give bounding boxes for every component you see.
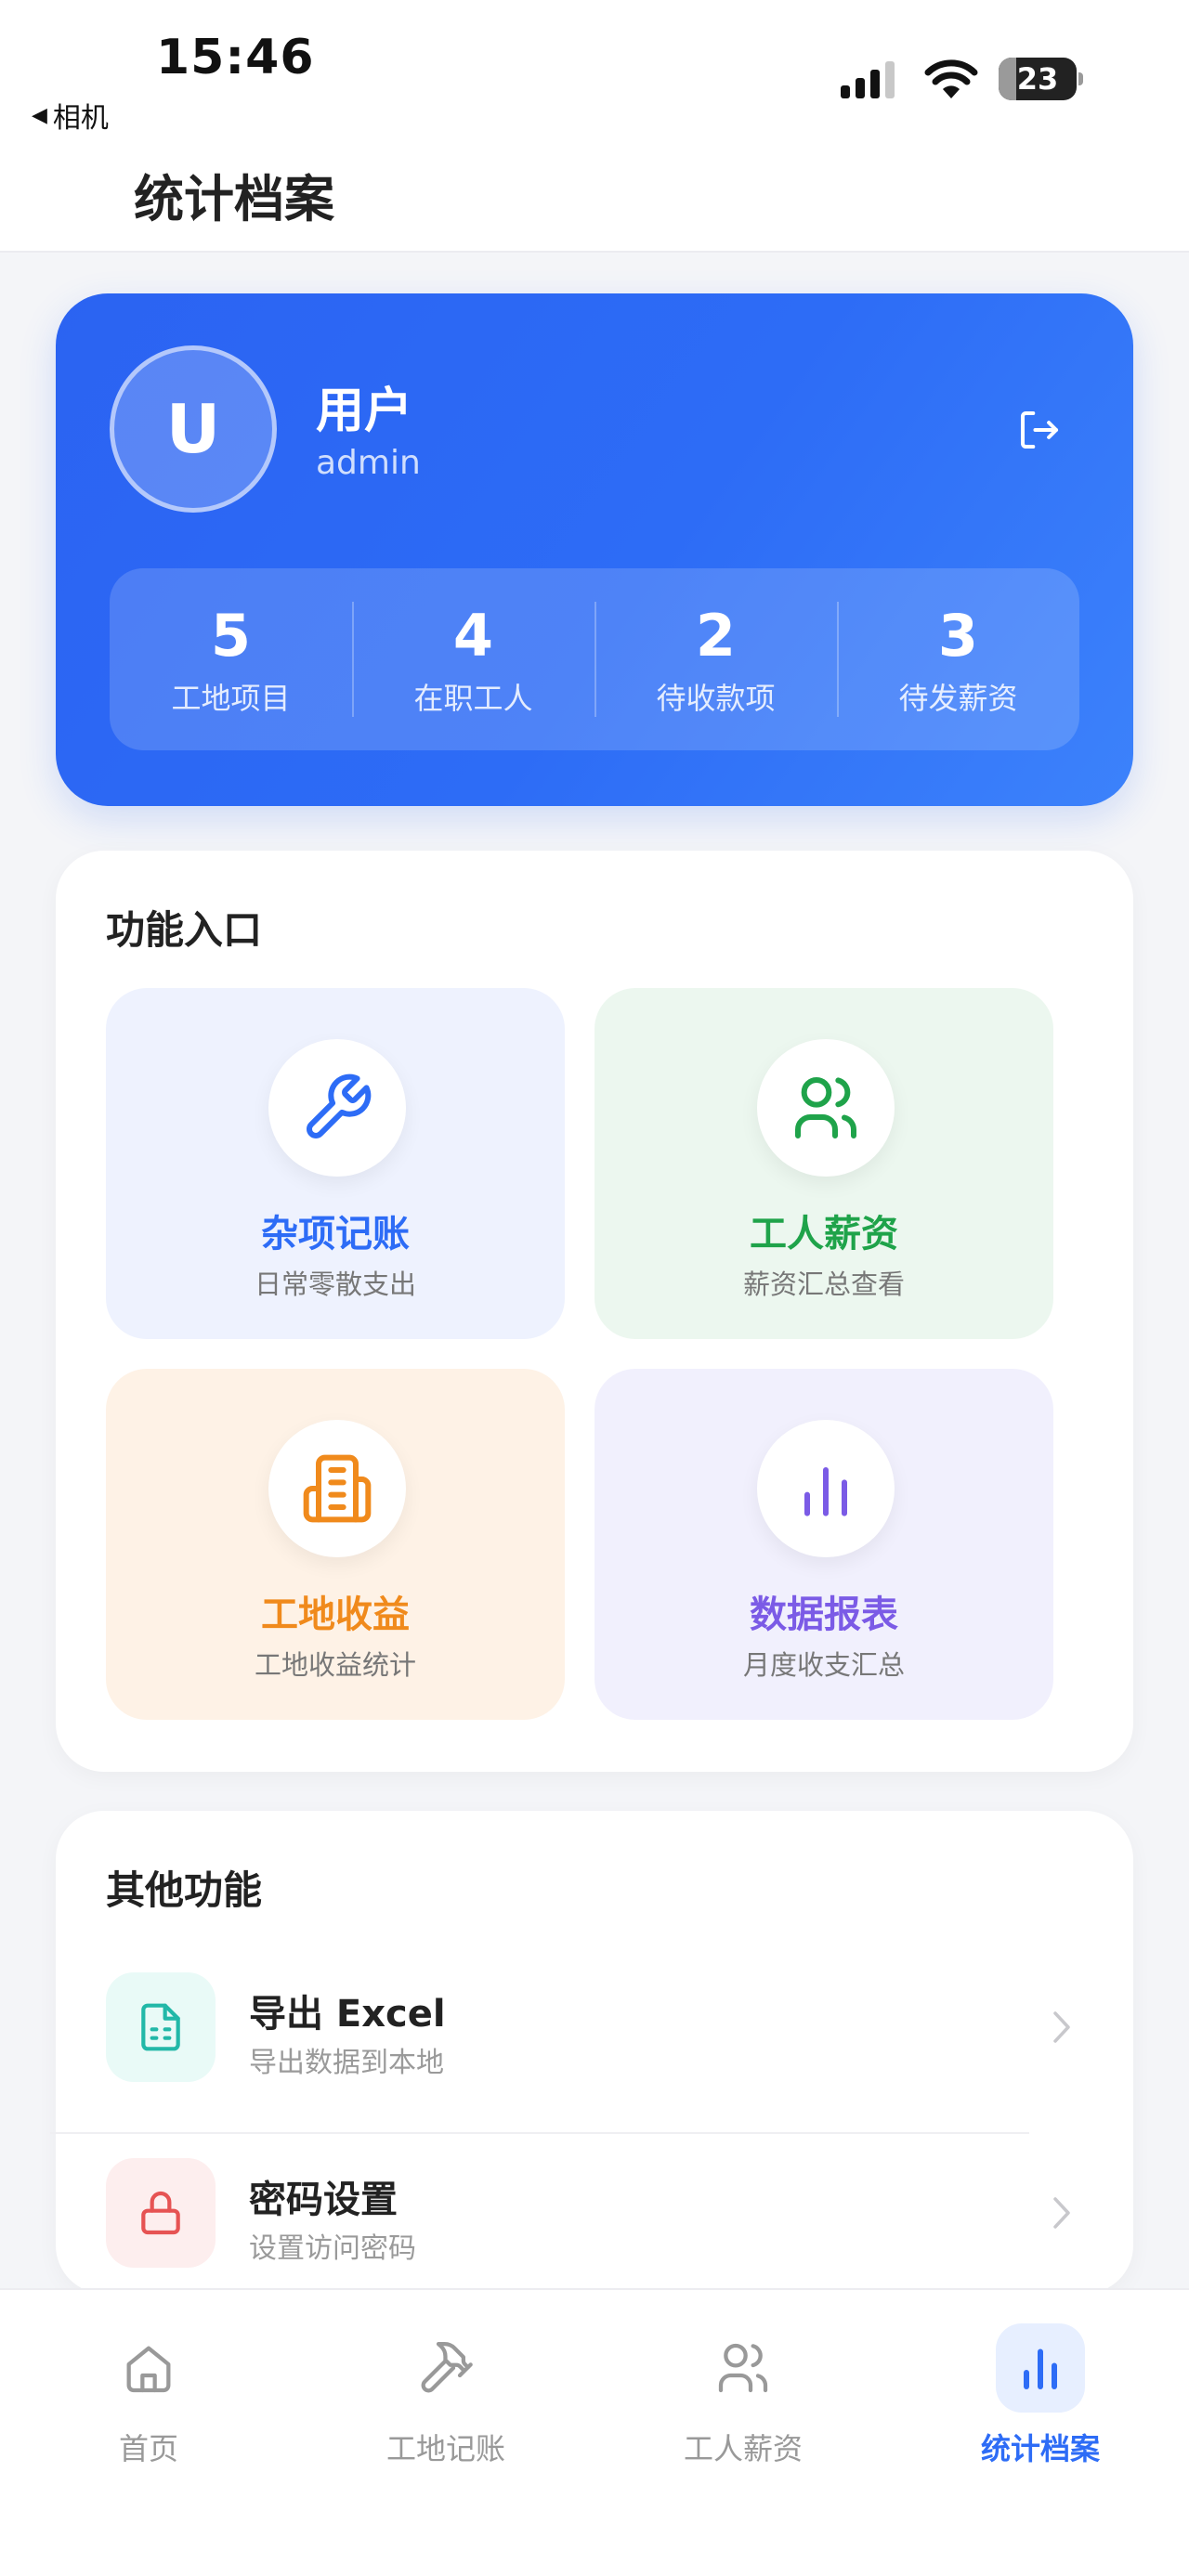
tab-icon-box [401, 2323, 490, 2413]
wrench-icon [307, 1073, 372, 1138]
tile-misc-bookkeeping[interactable]: 杂项记账 日常零散支出 [106, 988, 565, 1339]
list-icon-box [106, 1972, 216, 2082]
tile-icon-circle [757, 1039, 895, 1177]
tile-title: 工地收益 [261, 1594, 410, 1636]
cellular-signal-icon [841, 61, 895, 98]
status-time: 15:46 [156, 30, 315, 85]
status-bar: 15:46 ◀ 相机 23 [0, 0, 1189, 149]
tab-home[interactable]: 首页 [46, 2323, 251, 2472]
functions-card: 功能入口 杂项记账 日常零散支出 工人薪资 薪资汇总查看 工地收益 工地收益统计… [56, 851, 1133, 1772]
stat-label: 工地项目 [171, 681, 291, 716]
tab-worker-wages[interactable]: 工人薪资 [641, 2323, 845, 2472]
list-item-subtitle: 设置访问密码 [249, 2232, 416, 2265]
page-title: 统计档案 [134, 170, 334, 228]
tab-icon-box [996, 2323, 1085, 2413]
user-username: admin [316, 444, 421, 482]
tab-statistics-archive[interactable]: 统计档案 [938, 2323, 1143, 2472]
tile-site-revenue[interactable]: 工地收益 工地收益统计 [106, 1369, 565, 1720]
tile-subtitle: 日常零散支出 [254, 1268, 416, 1300]
wifi-icon [924, 59, 978, 98]
lock-icon [141, 2191, 180, 2235]
file-icon [141, 2003, 180, 2051]
list-item-password-settings[interactable]: 密码设置 设置访问密码 [106, 2136, 1085, 2303]
logout-icon [1020, 410, 1059, 449]
stat-pending-wages[interactable]: 3 待发薪资 [837, 568, 1079, 750]
tile-title: 数据报表 [750, 1594, 898, 1636]
tile-title: 杂项记账 [261, 1213, 410, 1255]
list-item-title: 密码设置 [249, 2179, 398, 2221]
chevron-right-icon [1053, 2197, 1070, 2229]
chevron-right-icon [1053, 2011, 1070, 2043]
hammer-icon [421, 2341, 473, 2393]
tab-icon-box [104, 2323, 193, 2413]
functions-title: 功能入口 [106, 907, 263, 953]
tile-data-reports[interactable]: 数据报表 月度收支汇总 [594, 1369, 1053, 1720]
user-display-name: 用户 [316, 384, 413, 439]
tile-subtitle: 工地收益统计 [254, 1649, 416, 1681]
battery-level: 23 [1016, 61, 1059, 97]
list-divider [50, 2132, 1029, 2134]
page-header: 统计档案 [0, 149, 1189, 253]
tab-label: 工地记账 [385, 2431, 505, 2466]
stat-projects[interactable]: 5 工地项目 [110, 568, 352, 750]
other-functions-title: 其他功能 [106, 1867, 263, 1913]
list-item-subtitle: 导出数据到本地 [249, 2047, 444, 2079]
tile-icon-circle [268, 1039, 406, 1177]
tab-label: 工人薪资 [683, 2431, 803, 2466]
list-icon-box [106, 2158, 216, 2268]
tab-site-bookkeeping[interactable]: 工地记账 [344, 2323, 548, 2472]
stat-value: 4 [452, 602, 494, 670]
tile-icon-circle [757, 1420, 895, 1557]
tab-label: 统计档案 [980, 2431, 1100, 2466]
logout-button[interactable] [1007, 397, 1072, 462]
other-functions-card: 其他功能 导出 Excel 导出数据到本地 密码设置 设置访问密码 [56, 1811, 1133, 2294]
users-icon [795, 1077, 856, 1138]
tab-icon-box [699, 2323, 788, 2413]
stat-value: 3 [937, 602, 979, 670]
tile-worker-wages[interactable]: 工人薪资 薪资汇总查看 [594, 988, 1053, 1339]
tile-subtitle: 月度收支汇总 [742, 1649, 905, 1681]
back-triangle-icon: ◀ [32, 103, 47, 127]
stat-receivables[interactable]: 2 待收款项 [594, 568, 837, 750]
stat-label: 待发薪资 [898, 681, 1018, 716]
stat-label: 待收款项 [656, 681, 776, 716]
bottom-tab-bar: 首页 工地记账 工人薪资 统计档案 [0, 2288, 1189, 2576]
stat-value: 2 [695, 602, 737, 670]
stats-panel: 5 工地项目 4 在职工人 2 待收款项 3 待发薪资 [110, 568, 1079, 750]
tile-title: 工人薪资 [750, 1213, 898, 1255]
bar-chart-icon [804, 1467, 847, 1516]
battery-icon: 23 [999, 58, 1083, 100]
list-item-title: 导出 Excel [249, 1993, 446, 2036]
building-icon [303, 1454, 372, 1523]
tile-icon-circle [268, 1420, 406, 1557]
profile-card: U 用户 admin 5 工地项目 4 在职工人 2 待收款项 3 待发薪资 [56, 293, 1133, 806]
bar-chart-icon [1024, 2348, 1057, 2389]
home-icon [126, 2346, 171, 2393]
stat-workers[interactable]: 4 在职工人 [352, 568, 594, 750]
stat-value: 5 [210, 602, 252, 670]
back-to-camera-link[interactable]: ◀ 相机 [32, 95, 109, 136]
users-icon [718, 2343, 768, 2393]
tile-subtitle: 薪资汇总查看 [742, 1268, 905, 1300]
avatar: U [110, 345, 277, 513]
list-item-export-excel[interactable]: 导出 Excel 导出数据到本地 [106, 1950, 1085, 2117]
tab-label: 首页 [118, 2431, 178, 2466]
back-label: 相机 [52, 102, 109, 135]
stat-label: 在职工人 [413, 681, 533, 716]
